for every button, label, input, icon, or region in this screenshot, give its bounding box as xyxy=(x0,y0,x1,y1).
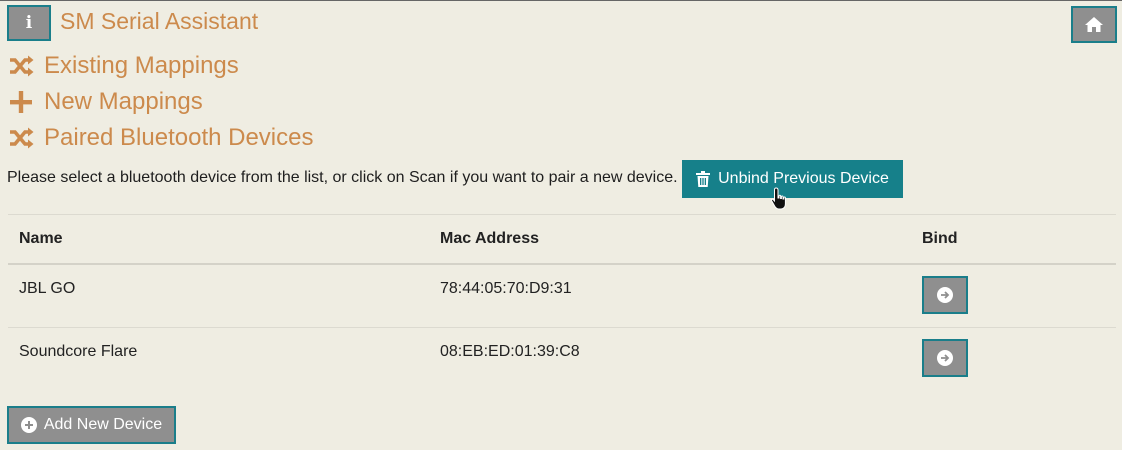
table-header-divider xyxy=(8,263,1116,265)
home-button[interactable] xyxy=(1071,6,1117,43)
nav-new-mappings[interactable]: New Mappings xyxy=(8,87,203,117)
unbind-label: Unbind Previous Device xyxy=(718,170,889,187)
info-button[interactable]: i xyxy=(7,5,51,41)
unbind-previous-device-button[interactable]: Unbind Previous Device xyxy=(682,160,903,198)
shuffle-icon xyxy=(10,55,34,77)
device-name: JBL GO xyxy=(19,280,76,297)
nav-existing-label: Existing Mappings xyxy=(44,52,239,79)
arrow-circle-right-icon xyxy=(937,287,953,303)
nav-new-label: New Mappings xyxy=(44,88,203,115)
app-title: SM Serial Assistant xyxy=(60,8,259,34)
device-name: Soundcore Flare xyxy=(19,343,138,360)
home-icon xyxy=(1085,17,1103,32)
nav-existing-mappings[interactable]: Existing Mappings xyxy=(8,51,239,81)
bind-button[interactable] xyxy=(922,276,968,314)
device-mac: 78:44:05:70:D9:31 xyxy=(440,280,572,297)
instructions-text: Please select a bluetooth device from th… xyxy=(7,169,678,186)
arrow-circle-right-icon xyxy=(937,350,953,366)
add-new-device-label: Add New Device xyxy=(43,416,163,433)
table-top-border xyxy=(8,214,1116,215)
trash-icon xyxy=(696,171,711,187)
column-header-mac: Mac Address xyxy=(440,230,539,247)
device-mac: 08:EB:ED:01:39:C8 xyxy=(440,343,580,360)
column-header-bind: Bind xyxy=(922,230,958,247)
plus-circle-icon xyxy=(20,417,37,433)
nav-paired-devices[interactable]: Paired Bluetooth Devices xyxy=(8,123,313,153)
shuffle-icon xyxy=(10,127,34,149)
add-new-device-button[interactable]: Add New Device xyxy=(7,406,176,444)
info-icon: i xyxy=(25,13,33,33)
hand-cursor-icon xyxy=(770,187,786,210)
plus-icon xyxy=(10,91,32,113)
column-header-name: Name xyxy=(19,230,63,247)
bind-button[interactable] xyxy=(922,339,968,377)
nav-paired-label: Paired Bluetooth Devices xyxy=(44,124,314,151)
top-border xyxy=(0,0,1122,1)
table-row-divider xyxy=(8,327,1116,328)
